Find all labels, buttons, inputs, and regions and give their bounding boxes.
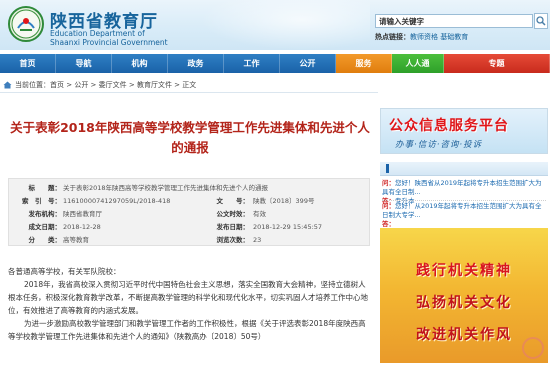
nav-item[interactable]: 导航	[56, 54, 112, 73]
public-service-banner[interactable]: 公众信息服务平台 办事·信访·咨询·投诉	[380, 108, 548, 154]
qa-section-header	[380, 162, 548, 176]
meta-key: 索 引 号：	[22, 197, 61, 205]
banner-subtitle: 办事·信访·咨询·投诉	[395, 140, 483, 150]
slogan-line: 践行机关精神	[416, 263, 512, 279]
meta-key: 发布机构：	[28, 210, 62, 218]
banner-title: 公众信息服务平台	[389, 118, 509, 134]
meta-value: 高等教育	[63, 236, 89, 244]
meta-key: 发布日期：	[216, 223, 250, 231]
meta-key: 分 类：	[28, 236, 62, 244]
meta-key: 公文时效：	[216, 210, 250, 218]
question-text[interactable]: 您好！从2019年起将专升本招生范围扩大为具有全日制大专学...	[382, 202, 542, 219]
home-icon	[3, 81, 12, 89]
header-decoration	[200, 0, 370, 50]
meta-key: 标 题：	[28, 184, 62, 192]
nav-item[interactable]: 公开	[280, 54, 336, 73]
meta-value: 有效	[253, 210, 266, 218]
question-text[interactable]: 您好！陕西省从2019年起将专升本招生范围扩大为具有全日制...	[382, 179, 542, 196]
emblem-logo-icon[interactable]	[8, 6, 44, 42]
meta-value: 陕教〔2018〕399号	[253, 197, 315, 205]
meta-row-title: 标 题： 关于表彰2018年陕西高等学校教学管理工作先进集体和先进个人的通报	[9, 182, 371, 194]
nav-item[interactable]: 人人通	[392, 54, 444, 73]
seal-icon	[522, 337, 544, 359]
question-label: 问：	[382, 202, 395, 210]
article-salutation: 各普通高等学校，有关军队院校：	[8, 267, 121, 276]
nav-item[interactable]: 工作	[224, 54, 280, 73]
meta-row-publisher: 发布机构： 陕西省教育厅 公文时效： 有效	[9, 208, 371, 220]
search-icon	[536, 16, 546, 26]
meta-row-index: 索 引 号： 11610000741297059L/2018-418 文 号： …	[9, 195, 371, 207]
meta-value: 2018-12-29 15:45:57	[253, 223, 323, 231]
search-button[interactable]	[534, 13, 548, 29]
nav-item[interactable]: 服务	[336, 54, 392, 73]
meta-value: 23	[253, 236, 262, 244]
document-meta-table: 标 题： 关于表彰2018年陕西高等学校教学管理工作先进集体和先进个人的通报 索…	[8, 178, 370, 246]
answer-label: 答：	[382, 220, 395, 228]
nav-item[interactable]: 机构	[112, 54, 168, 73]
breadcrumb-text[interactable]: 当前位置：首页 > 公开 > 委厅文件 > 教育厅文件 > 正文	[15, 81, 196, 89]
qa-item[interactable]: 问：您好！从2019年起将专升本招生范围扩大为具有全日制大专学... 答：	[382, 202, 548, 229]
meta-value: 11610000741297059L/2018-418	[63, 197, 171, 205]
meta-key: 文 号：	[216, 197, 250, 205]
hot-links-items[interactable]: 教师资格 基础教育	[410, 33, 468, 41]
search-input[interactable]: 请输入关键字	[375, 14, 533, 28]
slogan-line: 弘扬机关文化	[416, 295, 512, 311]
meta-key: 成文日期：	[28, 223, 62, 231]
site-name-en-line1: Education Department of	[50, 29, 145, 38]
section-marker-icon	[386, 164, 389, 173]
article-body: 各普通高等学校，有关军队院校： 2018年，我省高校深入贯彻习近平时代中国特色社…	[8, 265, 370, 343]
meta-value: 2018-12-28	[63, 223, 101, 231]
nav-item[interactable]: 专题	[444, 54, 550, 73]
question-label: 问：	[382, 179, 395, 187]
meta-value: 关于表彰2018年陕西高等学校教学管理工作先进集体和先进个人的通报	[63, 184, 269, 192]
site-header: 陕西省教育厅 Education Department of Shaanxi P…	[0, 0, 550, 50]
article-paragraph: 为进一步激励高校教学管理部门和教学管理工作者的工作积极性，根据《关于评选表彰20…	[8, 319, 366, 341]
nav-item[interactable]: 政务	[168, 54, 224, 73]
meta-value: 陕西省教育厅	[63, 210, 102, 218]
main-nav: 首页 导航 机构 政务 工作 公开 服务 人人通 专题	[0, 54, 550, 73]
hot-links-label: 热点链接：	[375, 33, 410, 41]
slogan-banner[interactable]: 践行机关精神 弘扬机关文化 改进机关作风	[380, 228, 548, 363]
meta-row-dates: 成文日期： 2018-12-28 发布日期： 2018-12-29 15:45:…	[9, 221, 371, 233]
article-paragraph: 2018年，我省高校深入贯彻习近平时代中国特色社会主义思想，落实全国教育大会精神…	[8, 280, 368, 315]
nav-item[interactable]: 首页	[0, 54, 56, 73]
meta-row-category: 分 类： 高等教育 浏览次数： 23	[9, 234, 371, 246]
hot-links: 热点链接：教师资格 基础教育	[375, 32, 468, 42]
article-title: 关于表彰2018年陕西高等学校教学管理工作先进集体和先进个人的通报	[10, 120, 370, 155]
meta-key: 浏览次数：	[216, 236, 250, 244]
site-name-en-line2: Shaanxi Provincial Government	[50, 38, 168, 47]
breadcrumb: 当前位置：首页 > 公开 > 委厅文件 > 教育厅文件 > 正文	[0, 78, 378, 93]
divider	[382, 200, 546, 201]
